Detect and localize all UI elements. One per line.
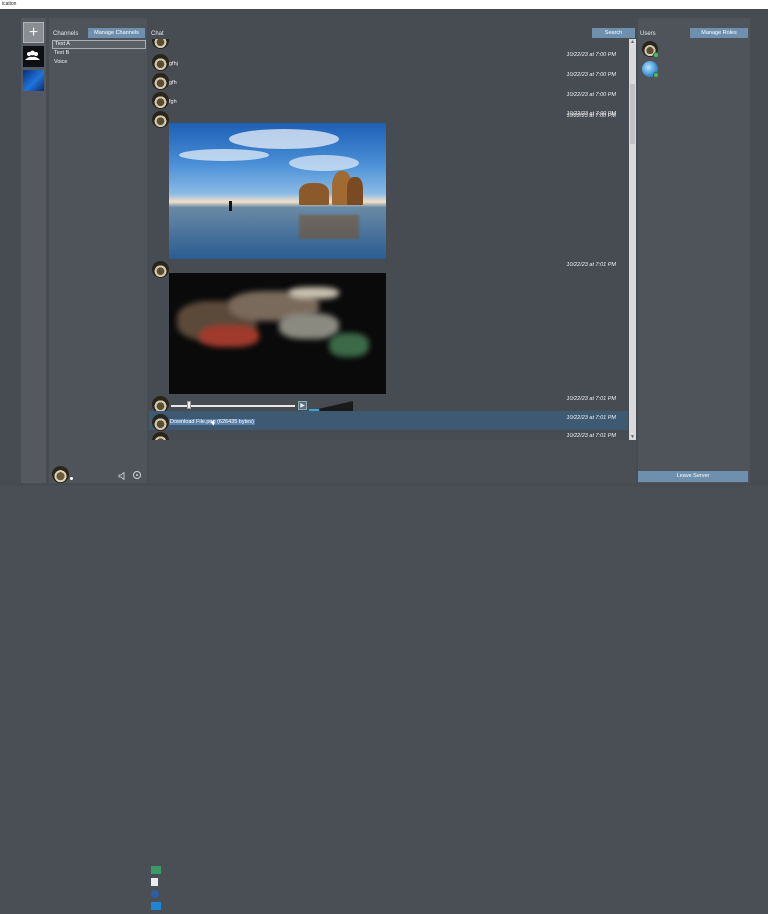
message-text: gfhj [169, 61, 178, 67]
video-seek-handle[interactable] [187, 401, 191, 409]
message-avatar[interactable] [152, 92, 169, 109]
search-button[interactable]: Search [592, 28, 635, 38]
channel-item-voice[interactable]: Voice [52, 58, 146, 67]
emoji-icon[interactable] [151, 890, 159, 898]
message-avatar[interactable] [152, 261, 169, 278]
server-group-icon[interactable] [23, 46, 44, 67]
message-timestamp: 10/22/23 at 7:01 PM [566, 262, 616, 268]
message-text: gfh [169, 80, 177, 86]
message-avatar[interactable] [152, 414, 169, 431]
volume-slider-icon[interactable] [309, 401, 353, 411]
current-user-avatar[interactable] [52, 466, 69, 483]
leave-server-button[interactable]: Leave Server [638, 471, 748, 482]
message-text: fgh [169, 99, 177, 105]
channels-heading: Channels [53, 31, 79, 37]
message-avatar[interactable] [152, 73, 169, 90]
chat-composer-area [149, 440, 636, 910]
server-windows-icon[interactable] [23, 70, 44, 91]
video-attachment[interactable] [169, 273, 386, 394]
message-avatar[interactable] [152, 39, 169, 49]
current-user-status-dot [70, 477, 73, 480]
app-frame: + Channels Manage Channels Text A Text B… [0, 9, 768, 910]
file-upload-icon[interactable] [151, 878, 158, 886]
play-button[interactable]: ▶ [298, 401, 307, 410]
message-timestamp: 10/22/23 at 7:00 PM [566, 52, 616, 58]
message-avatar[interactable] [152, 54, 169, 71]
scroll-up-icon[interactable]: ▲ [630, 39, 635, 45]
channel-list: Text A Text B Voice [52, 40, 146, 66]
message-timestamp: 10/22/23 at 7:01 PM [566, 396, 616, 402]
add-server-button[interactable]: + [23, 22, 44, 43]
manage-roles-button[interactable]: Manage Roles [690, 28, 748, 38]
message-timestamp: 10/22/23 at 7:00 PM [566, 113, 616, 119]
speaker-icon[interactable] [118, 471, 128, 481]
manage-channels-button[interactable]: Manage Channels [88, 28, 145, 38]
mic-toggle-icon[interactable] [133, 471, 141, 479]
message-timestamp: 10/22/23 at 7:01 PM [566, 415, 616, 421]
channel-item-text-a[interactable]: Text A [52, 40, 146, 49]
channels-panel: Channels Manage Channels Text A Text B V… [49, 18, 147, 483]
message-avatar[interactable] [152, 432, 169, 440]
message-avatar[interactable] [152, 111, 169, 128]
online-status-dot [653, 52, 659, 58]
online-status-dot [653, 72, 659, 78]
send-icon[interactable] [151, 902, 161, 910]
message-timestamp: 10/22/23 at 7:01 PM [566, 433, 616, 439]
beach-photo-attachment[interactable] [169, 123, 386, 259]
server-rail: + [21, 18, 46, 483]
message-timestamp: 10/22/23 at 7:00 PM [566, 92, 616, 98]
message-timestamp: 10/22/23 at 7:00 PM [566, 72, 616, 78]
chat-panel: Chat Search 10/22/23 at 7:00 PM gfhj 10/… [149, 18, 636, 910]
channel-item-text-b[interactable]: Text B [52, 49, 146, 58]
window-title: ication [0, 0, 768, 9]
users-heading: Users [640, 31, 656, 37]
composer-toolbar [151, 866, 163, 914]
chat-scrollbar[interactable]: ▲ ▼ [629, 39, 636, 440]
group-icon [25, 50, 40, 60]
users-panel: Users Manage Roles Leave Server [638, 18, 750, 483]
chat-heading: Chat [151, 31, 164, 37]
image-upload-icon[interactable] [151, 866, 161, 874]
message-list[interactable]: 10/22/23 at 7:00 PM gfhj 10/22/23 at 7:0… [149, 39, 628, 440]
scroll-thumb[interactable] [630, 84, 635, 144]
